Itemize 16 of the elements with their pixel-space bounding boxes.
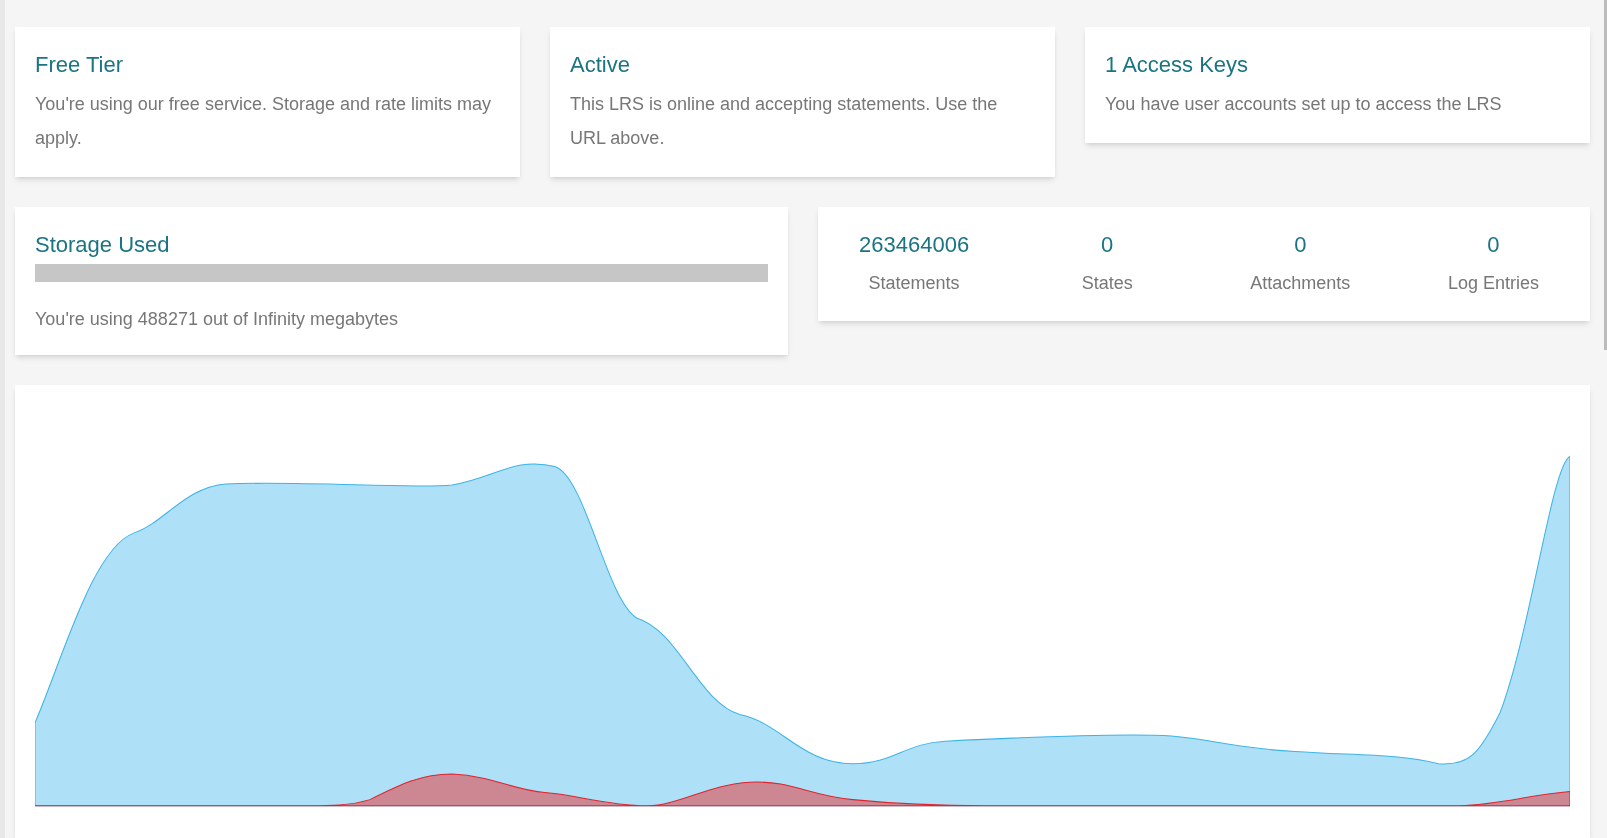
stat-label: Statements <box>868 272 960 295</box>
stat-label: Attachments <box>1250 272 1351 295</box>
stat-value: 0 <box>1487 230 1500 258</box>
card-description: You're using our free service. Storage and rate limits may apply. <box>35 92 492 150</box>
card-description: This LRS is online and accepting statements. Use the URL above. <box>570 92 999 150</box>
stat-value: 263464006 <box>859 230 970 258</box>
card-title: Storage Used <box>35 230 171 258</box>
card-description: You have user accounts set up to access the LRS <box>1105 92 1503 116</box>
storage-usage-text: You're using 488271 out of Infinity megabytes <box>35 308 400 331</box>
card-title: 1 Access Keys <box>1105 51 1250 79</box>
stat-label: States <box>1081 272 1133 295</box>
stat-label: Log Entries <box>1447 272 1539 295</box>
stat-value: 0 <box>1101 230 1114 258</box>
stat-value: 0 <box>1294 230 1307 258</box>
card-title: Free Tier <box>35 51 125 79</box>
card-title: Active <box>570 51 631 79</box>
